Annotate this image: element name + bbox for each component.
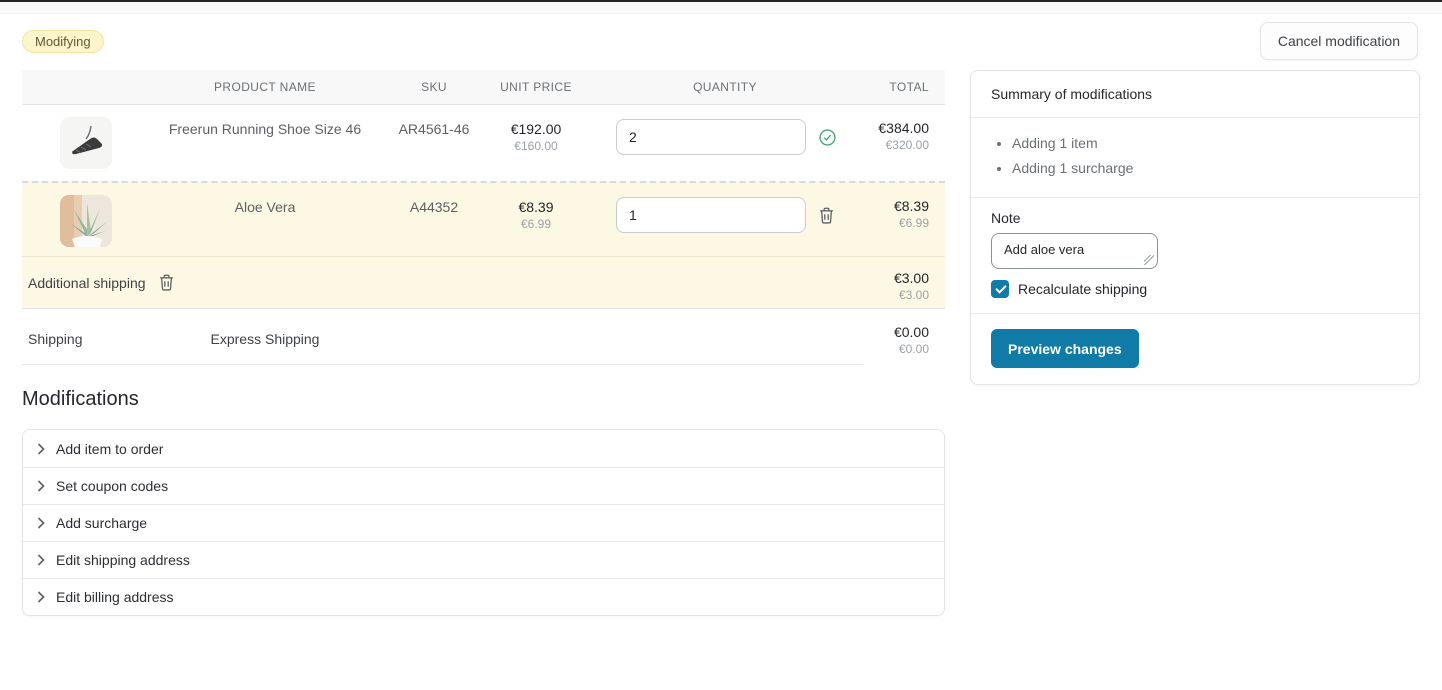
chevron-right-icon [37,517,45,529]
table-row: Freerun Running Shoe Size 46 AR4561-46 €… [22,105,945,181]
summary-item: Adding 1 item [1012,131,1399,156]
column-header-sku: SKU [380,80,488,94]
chevron-right-icon [37,591,45,603]
modifications-heading: Modifications [22,388,139,411]
table-row-added-item: Aloe Vera A44352 €8.39 €6.99 €8.39 [22,181,945,256]
accordion-item-label: Add surcharge [56,515,147,531]
aloe-plant-product-image [60,195,112,247]
summary-items-list: Adding 1 item Adding 1 surcharge [991,131,1399,181]
shipping-method: Express Shipping [150,309,380,365]
total-cell: €8.39 €6.99 [866,183,945,256]
total-cell: €3.00 €3.00 [894,270,929,302]
product-sku: A44352 [380,183,488,256]
total-cell: €384.00 €320.00 [866,105,945,181]
total-original: €6.99 [866,216,929,230]
summary-title: Summary of modifications [971,71,1419,118]
column-header-total: TOTAL [866,80,945,94]
sneaker-product-image [60,117,112,169]
total-current: €3.00 [894,270,929,286]
unit-price-current: €8.39 [488,199,584,215]
note-field-wrap: Add aloe vera [991,233,1158,269]
accordion-item-label: Set coupon codes [56,478,168,494]
recalculate-shipping-label[interactable]: Recalculate shipping [1018,281,1147,297]
note-label: Note [991,210,1399,226]
summary-card-footer: Preview changes [971,314,1419,384]
shipping-row: Shipping Express Shipping €0.00 €0.00 [22,308,945,365]
summary-items-section: Adding 1 item Adding 1 surcharge [971,118,1419,198]
total-original: €0.00 [894,342,929,356]
check-circle-icon [819,129,836,146]
note-input[interactable]: Add aloe vera [991,233,1158,269]
unit-price-cell: €192.00 €160.00 [488,105,584,181]
accordion-item-label: Edit billing address [56,589,174,605]
accordion-item-coupon-codes[interactable]: Set coupon codes [23,467,944,504]
trash-icon[interactable] [159,274,174,291]
chevron-right-icon [37,480,45,492]
accordion-item-label: Add item to order [56,441,163,457]
accordion-item-edit-billing-address[interactable]: Edit billing address [23,578,944,615]
product-sku: AR4561-46 [380,105,488,181]
order-items-table: PRODUCT NAME SKU UNIT PRICE QUANTITY TOT… [22,70,945,365]
total-current: €384.00 [866,120,929,136]
cancel-modification-button[interactable]: Cancel modification [1260,22,1418,60]
quantity-input[interactable] [616,197,806,233]
column-header-product-name: PRODUCT NAME [150,80,380,94]
product-image-cell [22,183,150,256]
accordion-item-label: Edit shipping address [56,552,190,568]
product-name: Aloe Vera [150,183,380,256]
modifications-accordion: Add item to order Set coupon codes Add s… [22,429,945,616]
order-modification-page: Modifying Cancel modification PRODUCT NA… [0,0,1442,690]
table-header-row: PRODUCT NAME SKU UNIT PRICE QUANTITY TOT… [22,70,945,105]
column-header-quantity: QUANTITY [584,80,866,94]
browser-top-strip [0,0,1442,14]
note-section: Note Add aloe vera Recalculate shipping [971,198,1419,314]
summary-item: Adding 1 surcharge [1012,156,1399,181]
total-current: €0.00 [894,324,929,340]
recalculate-shipping-checkbox[interactable] [991,280,1009,298]
quantity-input[interactable] [616,119,806,155]
chevron-right-icon [37,554,45,566]
unit-price-original: €160.00 [488,139,584,153]
surcharge-row: Additional shipping €3.00 €3.00 [22,256,945,308]
quantity-cell [584,183,866,256]
column-header-unit-price: UNIT PRICE [488,80,584,94]
trash-icon[interactable] [819,207,834,224]
accordion-item-add-surcharge[interactable]: Add surcharge [23,504,944,541]
total-cell: €0.00 €0.00 [894,324,929,356]
quantity-cell [584,105,866,181]
unit-price-cell: €8.39 €6.99 [488,183,584,256]
total-current: €8.39 [866,198,929,214]
surcharge-label: Additional shipping [28,275,146,291]
total-original: €3.00 [894,288,929,302]
preview-changes-button[interactable]: Preview changes [991,329,1139,368]
product-name: Freerun Running Shoe Size 46 [150,105,380,181]
unit-price-current: €192.00 [488,121,584,137]
total-original: €320.00 [866,138,929,152]
accordion-item-add-item[interactable]: Add item to order [23,430,944,467]
recalculate-shipping-row: Recalculate shipping [991,280,1399,298]
shipping-label: Shipping [22,309,150,365]
status-badge: Modifying [22,30,104,53]
unit-price-original: €6.99 [488,217,584,231]
accordion-item-edit-shipping-address[interactable]: Edit shipping address [23,541,944,578]
product-image-cell [22,105,150,181]
summary-card: Summary of modifications Adding 1 item A… [970,70,1420,385]
chevron-right-icon [37,443,45,455]
